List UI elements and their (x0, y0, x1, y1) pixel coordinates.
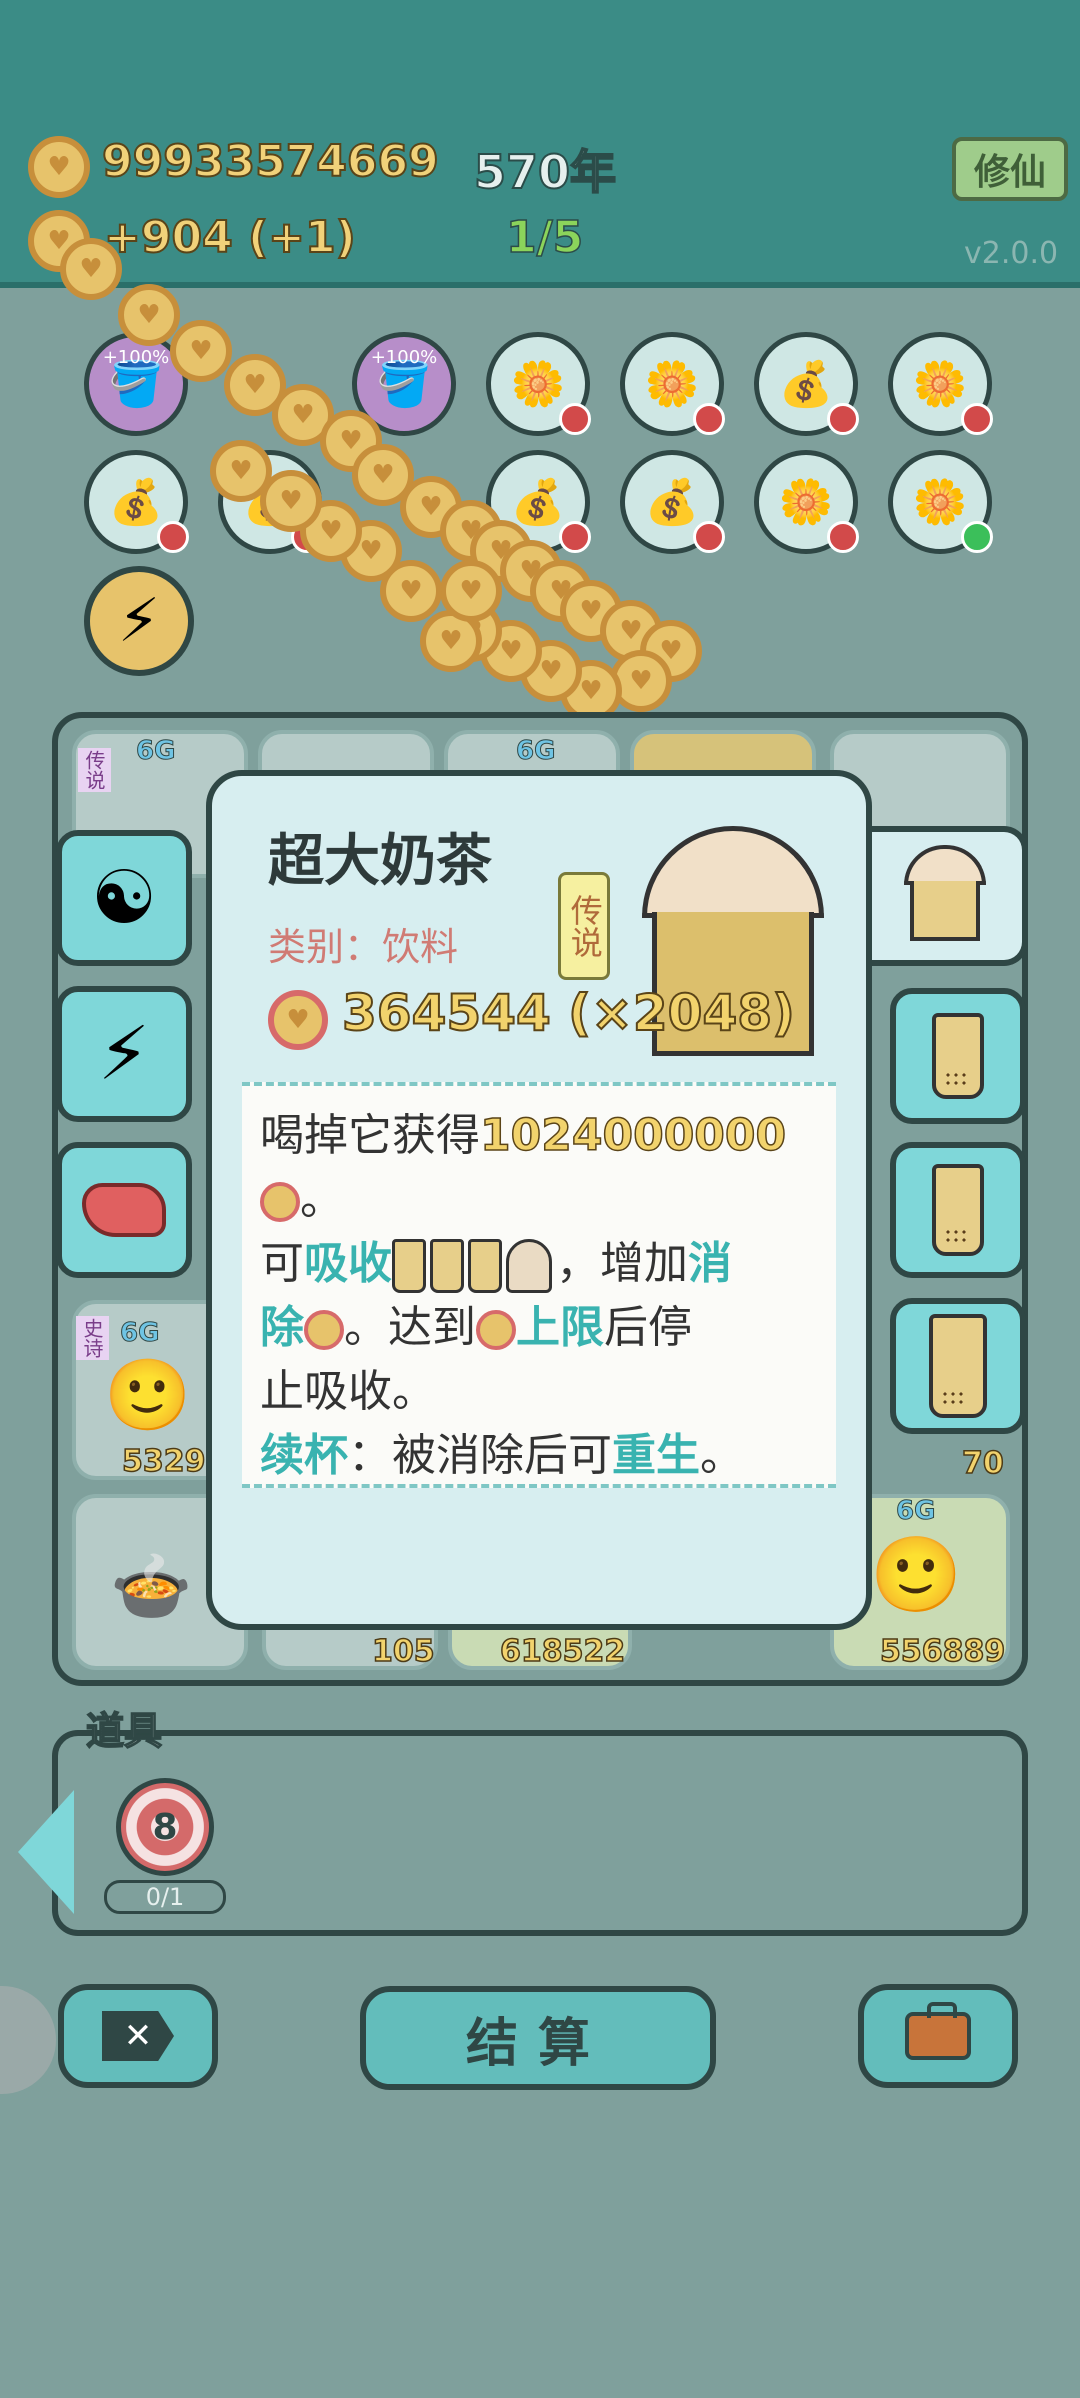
settle-button[interactable]: 结算 (360, 1986, 716, 2090)
pot-icon: 🍲 (110, 1548, 193, 1625)
coin-icon: ♥ (28, 136, 90, 198)
lightning-token-icon[interactable]: ⚡ (84, 566, 194, 676)
cup-slot-selected[interactable] (868, 826, 1028, 966)
flying-coin-icon: ♥ (440, 560, 502, 622)
level-badge: 6G (119, 1318, 160, 1349)
desc-keyword: 消 (688, 1238, 732, 1289)
cup-icon (468, 1239, 502, 1293)
desc-text: 止吸收。 (260, 1366, 436, 1417)
flying-coin-icon: ♥ (118, 284, 180, 346)
remove-icon[interactable] (559, 403, 591, 435)
coin-icon (476, 1310, 516, 1350)
cell-value: 70 (961, 1445, 1004, 1482)
target-progress: 0/1 (104, 1880, 226, 1914)
rarity-text: 传说 (565, 894, 604, 958)
target-count: 8 (152, 1806, 178, 1848)
target-prop-icon[interactable]: 8 (116, 1778, 214, 1876)
cup-icon (932, 1013, 984, 1099)
coin-icon (304, 1310, 344, 1350)
cup-icon (932, 1164, 984, 1256)
cultivate-button[interactable]: 修仙 (952, 137, 1068, 201)
slot-flower[interactable]: 🌼 (888, 450, 993, 554)
slot-sack[interactable]: 💰 (620, 450, 725, 554)
desc-keyword: 重生 (612, 1430, 700, 1481)
year-counter: 570年 (473, 144, 617, 200)
item-title: 超大奶茶 (268, 829, 492, 894)
cell-value: 556889 (879, 1633, 1006, 1670)
briefcase-button[interactable] (858, 1984, 1018, 2088)
flying-coin-icon: ♥ (60, 238, 122, 300)
remove-icon[interactable] (827, 521, 859, 553)
character-icon: 🙂 (104, 1354, 192, 1436)
cup-slot[interactable] (890, 1142, 1026, 1278)
cup-icon (506, 1239, 552, 1293)
cup-slot[interactable] (890, 1298, 1026, 1434)
remove-icon[interactable] (827, 403, 859, 435)
item-description: 喝掉它获得1024000000 。 可吸收 ，增加消 除。达到 上限后停 止吸收。 … (242, 1082, 836, 1488)
rarity-tag: 传说 (78, 748, 111, 792)
desc-text: ，增加 (556, 1238, 688, 1289)
version-label: v2.0.0 (964, 236, 1059, 271)
desc-reward-value: 1024000000 (479, 1109, 787, 1162)
item-category: 类别：饮料 (268, 925, 459, 969)
yin-yang-button[interactable]: ☯ (56, 830, 192, 966)
cup-icon (392, 1239, 426, 1293)
coin-total: 99933574669 (101, 135, 440, 188)
stage-progress: 1/5 (505, 211, 584, 264)
desc-text: 。 (300, 1174, 344, 1225)
slot-flower[interactable]: 🌼 (486, 332, 591, 436)
level-badge: 6G (135, 736, 176, 767)
liver-icon (82, 1183, 166, 1237)
slot-flower[interactable]: 🌼 (754, 450, 859, 554)
desc-text: 。达到 (344, 1302, 476, 1353)
briefcase-icon (905, 2002, 971, 2060)
cup-slot[interactable] (890, 988, 1026, 1124)
slot-sack[interactable]: 💰 (754, 332, 859, 436)
settle-label: 结算 (465, 2013, 610, 2074)
rarity-badge: 传说 (558, 872, 610, 980)
cup-icon (929, 1314, 987, 1418)
desc-keyword: 除 (260, 1302, 304, 1353)
level-badge: 6G (515, 736, 556, 767)
slot-sack[interactable]: 💰 (84, 450, 189, 554)
desc-text: 喝掉它获得 (260, 1110, 480, 1161)
cell-value: 5329 (121, 1443, 206, 1480)
remove-icon[interactable] (961, 403, 993, 435)
remove-icon[interactable] (559, 521, 591, 553)
remove-icon[interactable] (693, 521, 725, 553)
props-label: 道具 (85, 1708, 163, 1754)
desc-text: 后停 (604, 1302, 692, 1353)
remove-icon[interactable] (693, 403, 725, 435)
desc-keyword: 上限 (516, 1302, 604, 1353)
character-icon: 🙂 (870, 1532, 963, 1618)
flying-coin-icon: ♥ (210, 440, 272, 502)
chevron-left-icon[interactable] (18, 1790, 74, 1914)
desc-text: 可 (260, 1238, 304, 1289)
desc-keyword: 续杯 (260, 1430, 348, 1481)
liver-button[interactable] (56, 1142, 192, 1278)
slot-flower[interactable]: 🌼 (888, 332, 993, 436)
cell-value: 618522 (499, 1633, 626, 1670)
coin-icon (260, 1182, 300, 1222)
item-detail-popup: 超大奶茶 类别：饮料 传说 ♥ 364544 (×2048) 喝掉它获得1024… (206, 770, 872, 1630)
close-icon: ✕ (102, 2011, 174, 2061)
status-dot (961, 521, 993, 553)
desc-text: 。 (700, 1430, 744, 1481)
remove-icon[interactable] (157, 521, 189, 553)
bonus-label: +100% (102, 347, 170, 368)
cell-value: 105 (371, 1633, 435, 1670)
lightning-button[interactable]: ⚡ (56, 986, 192, 1122)
bonus-label: +100% (370, 347, 438, 368)
cup-icon (430, 1239, 464, 1293)
level-badge: 6G (895, 1496, 936, 1527)
slot-flower[interactable]: 🌼 (620, 332, 725, 436)
coin-income: +904 (+1) (103, 211, 357, 264)
flying-coin-icon: ♥ (170, 320, 232, 382)
desc-text: ：被消除后可 (348, 1430, 612, 1481)
coin-icon: ♥ (268, 990, 328, 1050)
large-milk-tea-icon (904, 845, 986, 947)
desc-keyword: 吸收 (304, 1238, 392, 1289)
cancel-button[interactable]: ✕ (58, 1984, 218, 2088)
item-price: 364544 (×2048) (341, 983, 796, 1043)
